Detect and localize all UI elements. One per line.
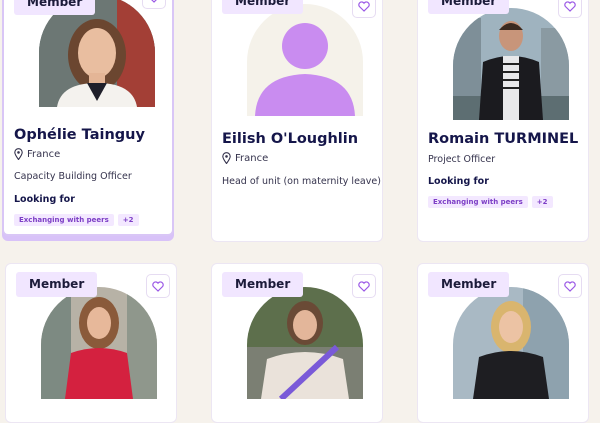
member-photo (41, 287, 157, 399)
member-badge: Member (16, 272, 98, 297)
heart-outline-icon (564, 0, 576, 12)
person-silhouette-icon (255, 23, 355, 116)
heart-outline-icon (152, 280, 164, 292)
member-photo (39, 0, 155, 107)
heart-outline-icon (564, 280, 576, 292)
member-card[interactable]: Member Romain TURMINEL Project Officer L… (417, 0, 589, 242)
favorite-button[interactable] (352, 0, 376, 18)
member-name[interactable]: Romain TURMINEL (428, 131, 580, 147)
member-photo (247, 287, 363, 399)
member-location: France (14, 148, 60, 160)
map-pin-icon (14, 148, 23, 160)
member-photo (453, 287, 569, 399)
member-name[interactable]: Ophélie Tainguy (14, 127, 164, 143)
member-name[interactable]: Eilish O'Loughlin (222, 131, 374, 147)
member-country: France (27, 148, 61, 160)
member-role: Capacity Building Officer (14, 171, 132, 182)
interest-tags: Exchanging with peers +2 (428, 196, 557, 208)
member-location: France (222, 152, 268, 164)
more-tags-count[interactable]: +2 (531, 196, 553, 208)
favorite-button[interactable] (352, 274, 376, 298)
heart-outline-icon (358, 0, 370, 12)
heart-outline-icon (358, 280, 370, 292)
member-badge: Member (428, 272, 510, 297)
member-role: Head of unit (on maternity leave) (222, 176, 381, 187)
interest-tag: Exchanging with peers (14, 214, 114, 226)
favorite-button[interactable] (558, 0, 582, 18)
member-card[interactable]: Member (211, 263, 383, 423)
member-badge: Member (222, 272, 304, 297)
more-tags-count[interactable]: +2 (117, 214, 139, 226)
member-card[interactable]: Member Ophélie Tainguy France Capacity B… (2, 0, 174, 236)
member-badge: Member (428, 0, 510, 14)
member-card[interactable]: Member (5, 263, 177, 423)
member-photo (453, 8, 569, 120)
favorite-button[interactable] (142, 0, 166, 9)
interest-tags: Exchanging with peers +2 (14, 214, 143, 226)
member-card[interactable]: Member Eilish O'Loughlin France Head of … (211, 0, 383, 242)
member-country: France (235, 152, 269, 164)
map-pin-icon (222, 152, 231, 164)
looking-for-label: Looking for (14, 194, 75, 205)
interest-tag: Exchanging with peers (428, 196, 528, 208)
avatar-placeholder (247, 4, 363, 116)
member-badge: Member (222, 0, 304, 14)
member-role: Project Officer (428, 154, 496, 165)
member-badge: Member (14, 0, 96, 15)
favorite-button[interactable] (146, 274, 170, 298)
favorite-button[interactable] (558, 274, 582, 298)
heart-outline-icon (151, 0, 157, 3)
member-card[interactable]: Member (417, 263, 589, 423)
looking-for-label: Looking for (428, 176, 489, 187)
